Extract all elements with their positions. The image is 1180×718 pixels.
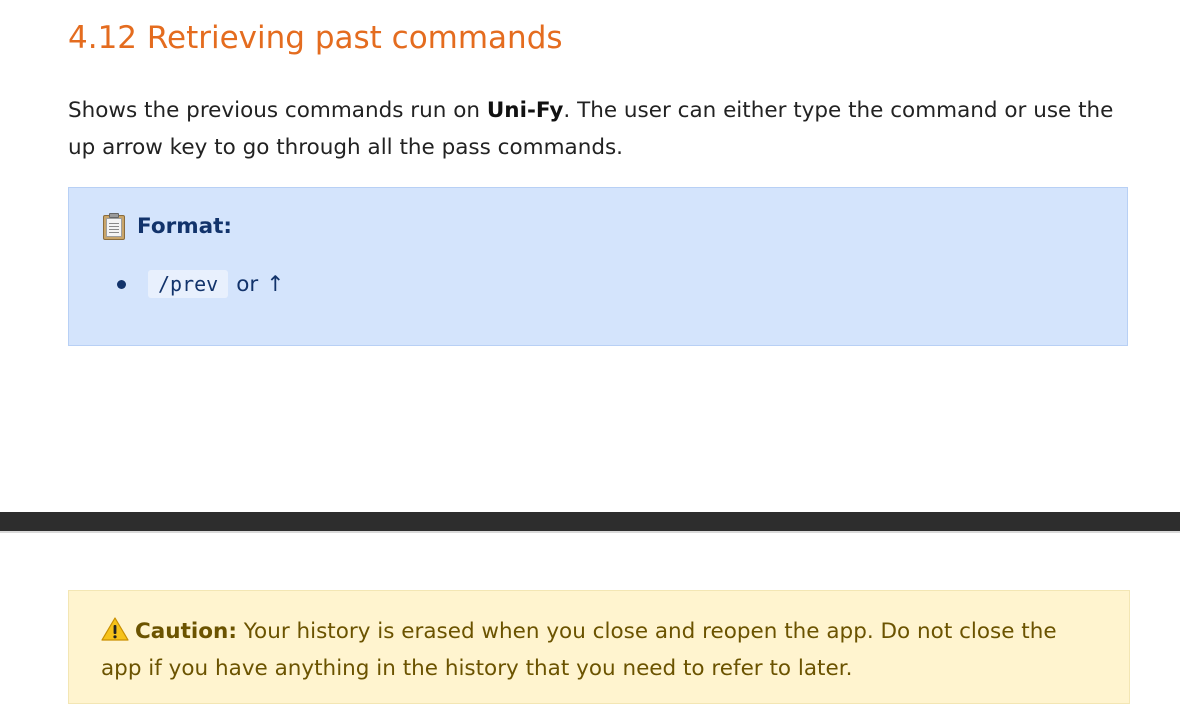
- section-title: 4.12 Retrieving past commands: [68, 20, 563, 56]
- up-arrow-icon: ↑: [266, 271, 285, 297]
- command-code: /prev: [148, 270, 229, 298]
- caution-paragraph: Caution: Your history is erased when you…: [101, 613, 1091, 687]
- warning-icon: [101, 617, 129, 641]
- format-list: /prev or ↑: [117, 270, 284, 298]
- clipboard-icon: [103, 213, 125, 240]
- document-page: 4.12 Retrieving past commands Shows the …: [0, 0, 1180, 718]
- divider-shadow: [0, 531, 1180, 533]
- bullet-icon: [117, 279, 126, 289]
- intro-paragraph: Shows the previous commands run on Uni-F…: [68, 92, 1138, 166]
- caution-label: Caution:: [135, 619, 237, 644]
- format-item: /prev or ↑: [117, 270, 284, 298]
- divider-bar: [0, 512, 1180, 531]
- caution-text: Your history is erased when you close an…: [101, 619, 1057, 681]
- format-header: Format:: [103, 213, 232, 240]
- format-label: Format:: [137, 214, 232, 239]
- caution-box: Caution: Your history is erased when you…: [68, 590, 1130, 704]
- connector-text: or: [236, 271, 259, 297]
- format-box: Format: /prev or ↑: [68, 187, 1128, 346]
- intro-prefix: Shows the previous commands run on: [68, 98, 487, 123]
- app-name: Uni-Fy: [486, 98, 564, 123]
